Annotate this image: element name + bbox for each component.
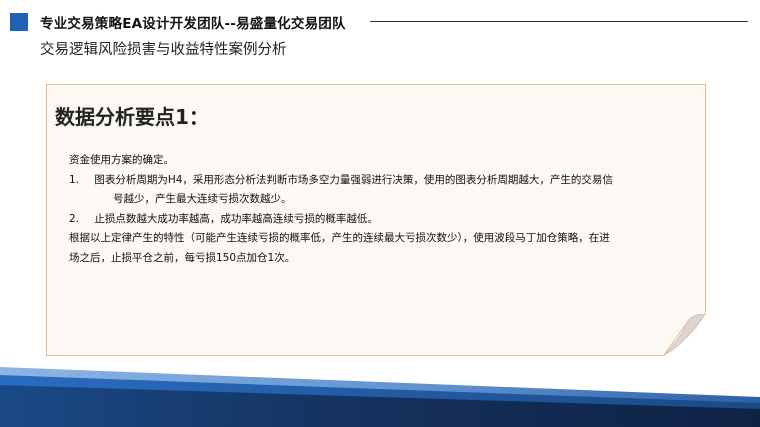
- card-heading: 数据分析要点1：: [55, 105, 209, 129]
- conclusion-paragraph: 根据以上定律产生的特性（可能产生连续亏损的概率低，产生的连续最大亏损次数少），使…: [69, 229, 681, 268]
- list-item-text: 止损点数越大成功率越高，成功率越高连续亏损的概率越低。: [94, 212, 378, 225]
- page-curl-icon: [664, 314, 706, 356]
- bottom-decorative-band: [0, 357, 760, 427]
- brand-square-icon: [10, 13, 28, 31]
- team-title: 专业交易策略EA设计开发团队--易盛量化交易团队: [40, 16, 346, 32]
- page-subtitle: 交易逻辑风险损害与收益特性案例分析: [40, 42, 287, 58]
- list-item-number: 2.: [69, 212, 80, 225]
- header-divider: [370, 21, 748, 22]
- note-card: 数据分析要点1： 资金使用方案的确定。 1. 图表分析周期为H4，采用形态分析法…: [46, 84, 706, 356]
- intro-line: 资金使用方案的确定。: [69, 154, 174, 166]
- conclusion-line: 场之后，止损平仓之前，每亏损150点加仓1次。: [69, 251, 296, 264]
- list-item-text-continued: 号越少，产生最大连续亏损次数越少。: [113, 193, 292, 205]
- list-item-1: 1. 图表分析周期为H4，采用形态分析法判断市场多空力量强弱进行决策，使用的图表…: [69, 171, 681, 210]
- list-item-number: 1.: [69, 173, 80, 186]
- list-item-text: 图表分析周期为H4，采用形态分析法判断市场多空力量强弱进行决策，使用的图表分析周…: [94, 173, 613, 186]
- conclusion-line: 根据以上定律产生的特性（可能产生连续亏损的概率低，产生的连续最大亏损次数少），使…: [69, 232, 610, 244]
- list-item-2: 2. 止损点数越大成功率越高，成功率越高连续亏损的概率越低。: [69, 210, 681, 230]
- card-body: 资金使用方案的确定。 1. 图表分析周期为H4，采用形态分析法判断市场多空力量强…: [69, 151, 681, 268]
